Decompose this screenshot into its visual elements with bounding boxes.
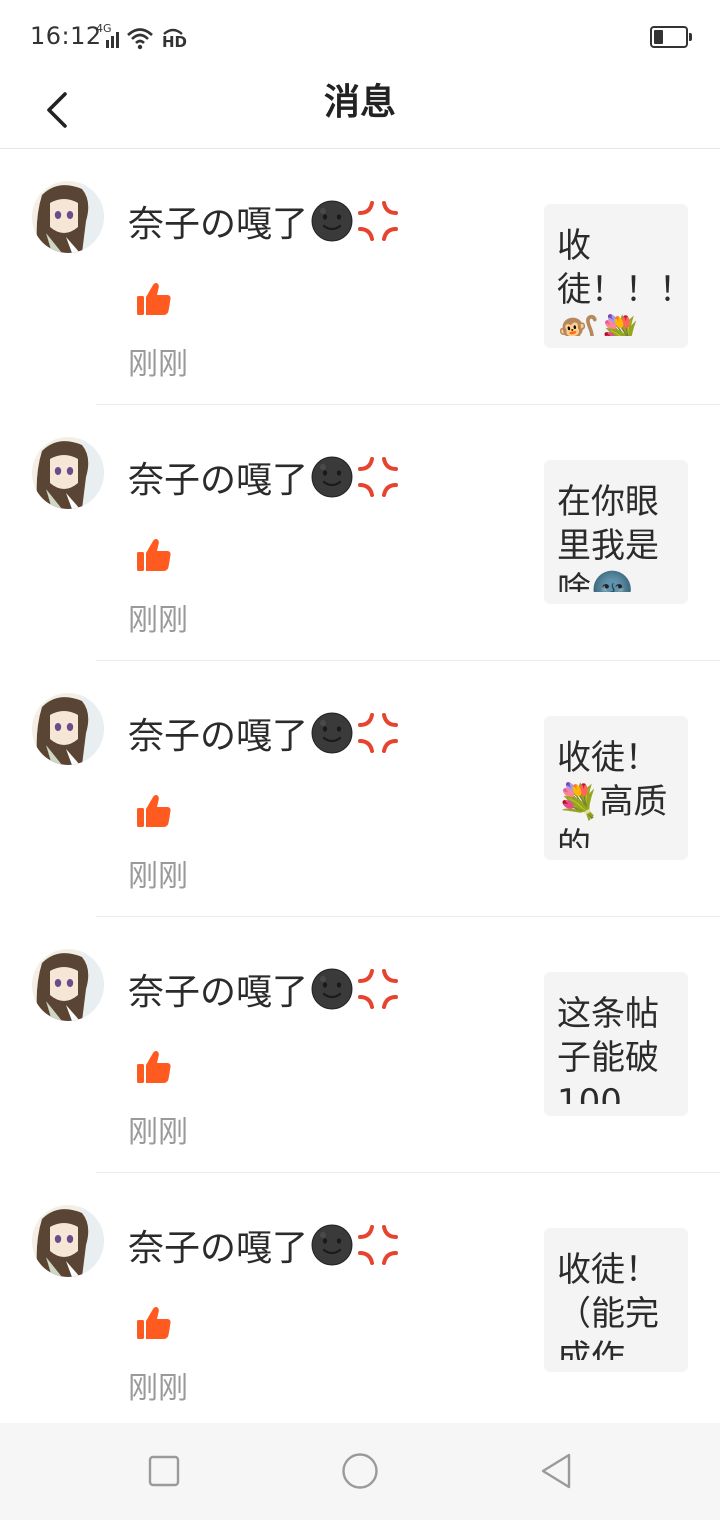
thumbs-up-icon bbox=[134, 1047, 174, 1087]
anger-symbol-icon bbox=[356, 711, 400, 755]
home-button[interactable] bbox=[336, 1451, 384, 1491]
message-time: 刚刚 bbox=[128, 1115, 188, 1150]
username-text: 奈子の嘎了 bbox=[128, 972, 309, 1013]
post-preview[interactable]: 在你眼里我是啥🌚 bbox=[544, 460, 688, 604]
battery-icon bbox=[650, 26, 692, 48]
thumbs-up-icon bbox=[134, 791, 174, 831]
post-preview-text: 收徒！（能完成作 bbox=[557, 1250, 659, 1360]
post-preview[interactable]: 收徒！（能完成作 bbox=[544, 1228, 688, 1372]
system-back-button[interactable] bbox=[532, 1451, 580, 1491]
anger-symbol-icon bbox=[356, 455, 400, 499]
new-moon-face-icon bbox=[310, 1223, 354, 1267]
cellular-signal-icon: 4G bbox=[96, 22, 120, 50]
recent-apps-icon bbox=[148, 1455, 180, 1487]
post-preview-text: 这条帖子能破100 bbox=[557, 994, 659, 1104]
back-icon bbox=[541, 1453, 571, 1489]
status-icons: 4G HD bbox=[96, 22, 188, 51]
post-preview[interactable]: 这条帖子能破100 bbox=[544, 972, 688, 1116]
message-time: 刚刚 bbox=[128, 859, 188, 894]
avatar[interactable] bbox=[32, 181, 104, 253]
avatar[interactable] bbox=[32, 949, 104, 1021]
username-text: 奈子の嘎了 bbox=[128, 716, 309, 757]
new-moon-face-icon bbox=[310, 455, 354, 499]
message-item[interactable]: 奈子の嘎了 刚刚 收徒！（能完成作 bbox=[0, 1173, 720, 1429]
post-preview-text: 在你眼里我是啥🌚 bbox=[557, 482, 659, 592]
new-moon-face-icon bbox=[310, 967, 354, 1011]
hd-label: HD bbox=[162, 33, 188, 51]
username-text: 奈子の嘎了 bbox=[128, 460, 309, 501]
new-moon-face-icon bbox=[310, 711, 354, 755]
post-preview[interactable]: 收徒！💐高质的 bbox=[544, 716, 688, 860]
message-time: 刚刚 bbox=[128, 347, 188, 382]
message-item[interactable]: 奈子の嘎了 刚刚 收徒！💐高质的 bbox=[0, 661, 720, 917]
message-time: 刚刚 bbox=[128, 603, 188, 638]
message-list: 奈子の嘎了 刚刚 收徒！！！！🐒💐 奈子の嘎了 刚刚 在你眼里我是啥🌚 奈子の嘎… bbox=[0, 149, 720, 1429]
message-time: 刚刚 bbox=[128, 1371, 188, 1406]
home-icon bbox=[342, 1453, 378, 1489]
post-preview[interactable]: 收徒！！！！🐒💐 bbox=[544, 204, 688, 348]
username[interactable]: 奈子の嘎了 bbox=[128, 195, 400, 247]
battery-level bbox=[654, 30, 663, 44]
status-time: 16:12 bbox=[30, 22, 102, 50]
message-item[interactable]: 奈子の嘎了 刚刚 收徒！！！！🐒💐 bbox=[0, 149, 720, 405]
avatar[interactable] bbox=[32, 693, 104, 765]
thumbs-up-icon bbox=[134, 279, 174, 319]
avatar[interactable] bbox=[32, 437, 104, 509]
wifi-icon bbox=[126, 26, 154, 50]
header: 消息 bbox=[0, 72, 720, 149]
avatar[interactable] bbox=[32, 1205, 104, 1277]
username-text: 奈子の嘎了 bbox=[128, 204, 309, 245]
username[interactable]: 奈子の嘎了 bbox=[128, 1219, 400, 1271]
recent-apps-button[interactable] bbox=[140, 1451, 188, 1491]
anger-symbol-icon bbox=[356, 1223, 400, 1267]
username[interactable]: 奈子の嘎了 bbox=[128, 707, 400, 759]
anger-symbol-icon bbox=[356, 199, 400, 243]
post-preview-text: 收徒！💐高质的 bbox=[557, 738, 668, 848]
anger-symbol-icon bbox=[356, 967, 400, 1011]
thumbs-up-icon bbox=[134, 1303, 174, 1343]
page-title: 消息 bbox=[323, 82, 396, 123]
message-item[interactable]: 奈子の嘎了 刚刚 在你眼里我是啥🌚 bbox=[0, 405, 720, 661]
username-text: 奈子の嘎了 bbox=[128, 1228, 309, 1269]
message-item[interactable]: 奈子の嘎了 刚刚 这条帖子能破100 bbox=[0, 917, 720, 1173]
post-preview-text: 收徒！！！！🐒💐 bbox=[557, 226, 678, 336]
username[interactable]: 奈子の嘎了 bbox=[128, 451, 400, 503]
hd-call-icon: HD bbox=[160, 24, 188, 51]
thumbs-up-icon bbox=[134, 535, 174, 575]
system-navigation-bar bbox=[0, 1423, 720, 1520]
username[interactable]: 奈子の嘎了 bbox=[128, 963, 400, 1015]
new-moon-face-icon bbox=[310, 199, 354, 243]
status-bar: 16:12 4G HD bbox=[0, 0, 720, 72]
